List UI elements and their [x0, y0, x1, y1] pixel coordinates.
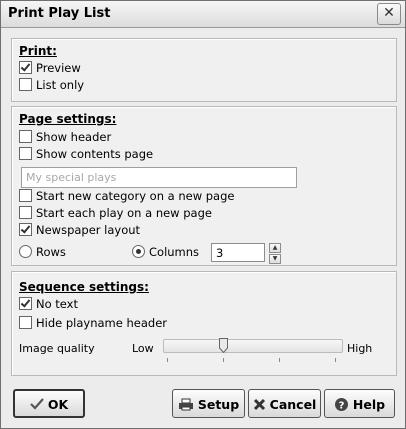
checkbox-box[interactable] [19, 130, 32, 143]
hide-playname-label: Hide playname header [36, 316, 168, 330]
cancel-label: Cancel [269, 397, 317, 412]
setup-button[interactable]: Setup [172, 389, 245, 418]
checkbox-box[interactable] [19, 297, 32, 310]
rows-label: Rows [36, 245, 66, 259]
slider-tick [223, 358, 224, 362]
newspaper-layout-label: Newspaper layout [36, 223, 141, 237]
checkbox-box[interactable] [19, 78, 32, 91]
checkbox-box[interactable] [19, 316, 32, 329]
newspaper-layout-checkbox[interactable]: Newspaper layout [19, 223, 140, 239]
each-play-label: Start each play on a new page [36, 206, 212, 220]
help-label: Help [352, 397, 386, 412]
cross-icon [253, 390, 266, 419]
ok-label: OK [47, 397, 69, 412]
image-quality-slider[interactable] [163, 339, 343, 353]
checkbox-box[interactable] [19, 189, 32, 202]
slider-tick [279, 358, 280, 362]
page-settings-title: Page settings: [19, 112, 117, 126]
dialog-title: Print Play List [8, 6, 111, 21]
show-contents-checkbox[interactable]: Show contents page [19, 147, 153, 163]
sequence-settings-group: Sequence settings: No text Hide playname… [11, 271, 397, 376]
sequence-settings-title: Sequence settings: [19, 280, 149, 294]
columns-radio[interactable]: Columns [132, 245, 199, 261]
hide-playname-checkbox[interactable]: Hide playname header [19, 316, 167, 332]
new-category-label: Start new category on a new page [36, 189, 235, 203]
columns-spinner-input[interactable]: 3 [211, 243, 265, 262]
svg-text:?: ? [339, 401, 345, 412]
close-icon: ✕ [383, 5, 395, 21]
preview-label: Preview [36, 61, 81, 75]
ok-button[interactable]: OK [13, 389, 85, 418]
checkbox-box[interactable] [19, 206, 32, 219]
checkbox-box[interactable] [19, 147, 32, 160]
checkbox-box[interactable] [19, 223, 32, 236]
contents-title-input[interactable]: My special plays [21, 167, 297, 188]
list-only-checkbox[interactable]: List only [19, 78, 84, 94]
title-bar[interactable]: Print Play List ✕ [1, 1, 405, 28]
printer-icon [178, 390, 194, 419]
preview-checkbox[interactable]: Preview [19, 61, 81, 77]
radio-circle[interactable] [132, 245, 145, 258]
page-settings-group: Page settings: Show header Show contents… [11, 106, 397, 266]
each-play-checkbox[interactable]: Start each play on a new page [19, 206, 212, 222]
no-text-label: No text [36, 297, 78, 311]
close-button[interactable]: ✕ [377, 3, 401, 25]
spin-up-icon[interactable]: ▲ [269, 243, 281, 253]
slider-tick [335, 358, 336, 362]
setup-label: Setup [197, 397, 240, 412]
image-quality-label: Image quality [19, 342, 95, 355]
new-category-checkbox[interactable]: Start new category on a new page [19, 189, 234, 205]
checkbox-box[interactable] [19, 61, 32, 74]
help-button[interactable]: ? Help [324, 389, 395, 418]
quality-low-label: Low [132, 342, 154, 355]
show-header-checkbox[interactable]: Show header [19, 130, 111, 146]
radio-circle[interactable] [19, 245, 32, 258]
print-play-list-dialog: Print Play List ✕ Print: Preview List on… [0, 0, 406, 429]
columns-label: Columns [149, 245, 200, 259]
no-text-checkbox[interactable]: No text [19, 297, 78, 313]
show-contents-label: Show contents page [36, 147, 154, 161]
question-icon: ? [334, 390, 349, 419]
cancel-button[interactable]: Cancel [248, 389, 321, 418]
rows-radio[interactable]: Rows [19, 245, 66, 261]
checkmark-icon [30, 391, 44, 418]
slider-thumb[interactable] [219, 338, 228, 353]
print-group: Print: Preview List only [11, 38, 397, 102]
slider-tick [167, 358, 168, 362]
spin-down-icon[interactable]: ▼ [269, 254, 281, 264]
list-only-label: List only [36, 78, 85, 92]
columns-spinner-buttons: ▲ ▼ [269, 243, 281, 264]
show-header-label: Show header [36, 130, 112, 144]
quality-high-label: High [347, 342, 373, 355]
print-group-title: Print: [19, 44, 57, 58]
